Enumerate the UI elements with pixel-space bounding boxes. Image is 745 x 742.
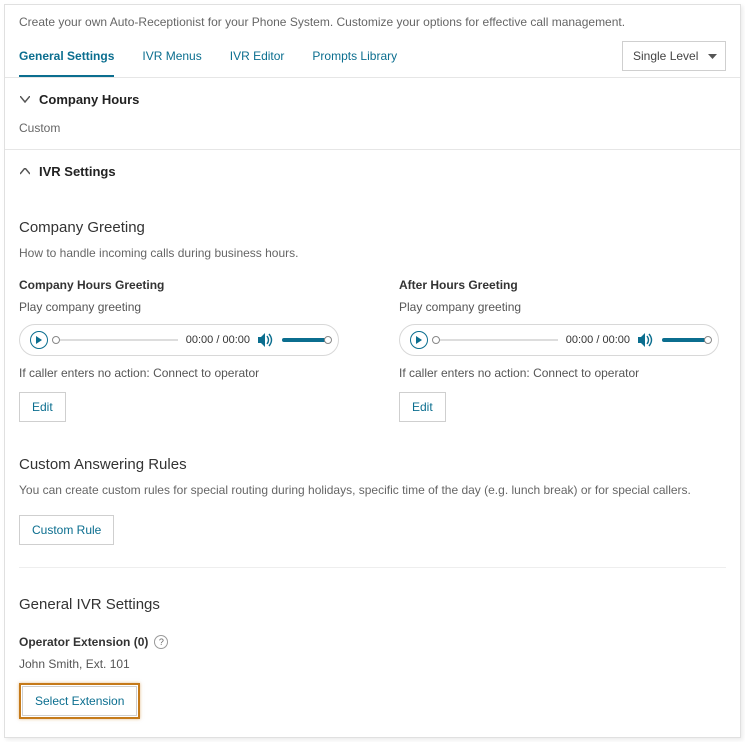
company-hours-greeting: Company Hours Greeting Play company gree…: [19, 278, 339, 422]
info-icon[interactable]: ?: [154, 635, 168, 649]
company-audio-player: 00:00 / 00:00: [19, 324, 339, 356]
company-greeting-sub: How to handle incoming calls during busi…: [19, 246, 726, 260]
volume-thumb[interactable]: [704, 336, 712, 344]
divider: [19, 567, 726, 568]
company-audio-time: 00:00 / 00:00: [186, 334, 250, 346]
level-select[interactable]: Single Level: [622, 41, 726, 71]
progress-thumb[interactable]: [52, 336, 60, 344]
volume-thumb[interactable]: [324, 336, 332, 344]
intro-text: Create your own Auto-Receptionist for yo…: [5, 5, 740, 35]
progress-slider[interactable]: [436, 339, 558, 341]
chevron-up-icon: [19, 166, 31, 178]
custom-rules-heading: Custom Answering Rules: [19, 456, 726, 473]
after-audio-player: 00:00 / 00:00: [399, 324, 719, 356]
custom-rule-button[interactable]: Custom Rule: [19, 515, 114, 545]
progress-thumb[interactable]: [432, 336, 440, 344]
after-greeting-line: Play company greeting: [399, 300, 719, 314]
company-noaction-text: If caller enters no action: Connect to o…: [19, 366, 339, 380]
after-noaction-text: If caller enters no action: Connect to o…: [399, 366, 719, 380]
ivr-settings-header[interactable]: IVR Settings: [5, 150, 740, 187]
tab-ivr-editor[interactable]: IVR Editor: [230, 35, 285, 77]
after-greeting-title: After Hours Greeting: [399, 278, 719, 292]
chevron-down-icon: [708, 49, 717, 63]
ivr-settings-title: IVR Settings: [39, 164, 116, 179]
company-greeting-heading: Company Greeting: [19, 219, 726, 236]
volume-slider[interactable]: [282, 338, 328, 342]
after-hours-greeting: After Hours Greeting Play company greeti…: [399, 278, 719, 422]
company-hours-value: Custom: [19, 121, 60, 135]
operator-extension-label: Operator Extension (0): [19, 635, 148, 649]
select-extension-highlight: Select Extension: [19, 683, 140, 719]
company-greeting-title: Company Hours Greeting: [19, 278, 339, 292]
volume-icon[interactable]: [638, 333, 654, 347]
after-edit-button[interactable]: Edit: [399, 392, 446, 422]
operator-extension-value: John Smith, Ext. 101: [19, 657, 726, 671]
volume-icon[interactable]: [258, 333, 274, 347]
progress-slider[interactable]: [56, 339, 178, 341]
tab-bar: General Settings IVR Menus IVR Editor Pr…: [5, 35, 740, 78]
select-extension-button[interactable]: Select Extension: [22, 686, 137, 716]
play-icon[interactable]: [30, 331, 48, 349]
tab-prompts-library[interactable]: Prompts Library: [312, 35, 397, 77]
chevron-down-icon: [19, 94, 31, 106]
tab-ivr-menus[interactable]: IVR Menus: [142, 35, 201, 77]
custom-rules-sub: You can create custom rules for special …: [19, 483, 726, 497]
level-select-value: Single Level: [633, 49, 698, 63]
company-greeting-line: Play company greeting: [19, 300, 339, 314]
play-icon[interactable]: [410, 331, 428, 349]
after-audio-time: 00:00 / 00:00: [566, 334, 630, 346]
company-hours-title: Company Hours: [39, 92, 139, 107]
volume-slider[interactable]: [662, 338, 708, 342]
auto-receptionist-panel: Create your own Auto-Receptionist for yo…: [4, 4, 741, 738]
general-ivr-heading: General IVR Settings: [19, 596, 726, 613]
company-hours-header[interactable]: Company Hours: [5, 78, 740, 115]
tab-general-settings[interactable]: General Settings: [19, 35, 114, 77]
company-edit-button[interactable]: Edit: [19, 392, 66, 422]
